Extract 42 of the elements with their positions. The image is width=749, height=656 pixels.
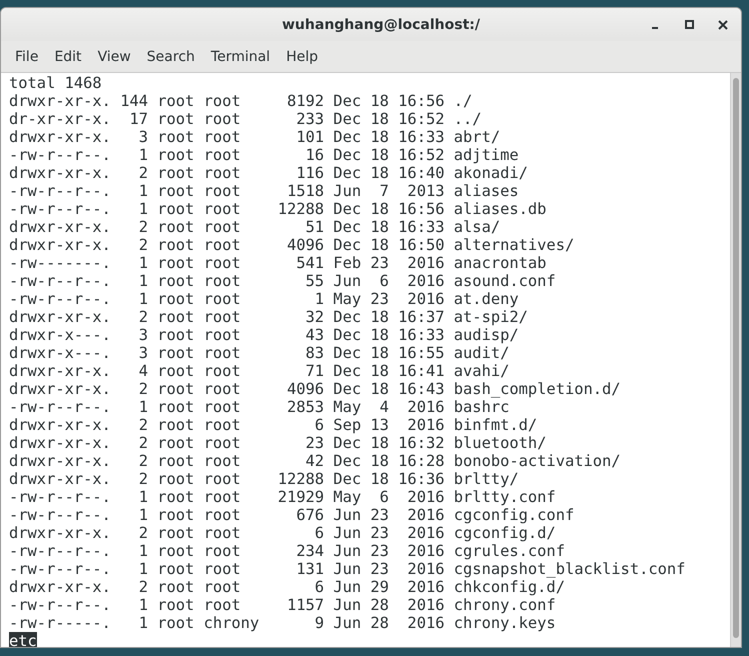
- terminal-line: -rw-r--r--. 1 root root 1518 Jun 7 2013 aliases: [9, 182, 519, 200]
- close-icon: [718, 20, 728, 30]
- terminal-line: drwxr-xr-x. 2 root root 6 Sep 13 2016 binfmt.d/: [9, 416, 538, 434]
- menu-item[interactable]: View: [90, 48, 139, 64]
- terminal-line: -rw-r--r--. 1 root root 676 Jun 23 2016 cgconfig.conf: [9, 506, 574, 524]
- terminal-line: drwxr-xr-x. 2 root root 42 Dec 18 16:28 bonobo-activation/: [9, 452, 621, 470]
- terminal-line: drwxr-xr-x. 2 root root 32 Dec 18 16:37 at-spi2/: [9, 308, 528, 326]
- menu-item[interactable]: File: [7, 48, 46, 64]
- terminal-line: -rw-r-----. 1 root chrony 9 Jun 28 2016 chrony.keys: [9, 614, 556, 632]
- terminal-line: drwxr-xr-x. 2 root root 51 Dec 18 16:33 alsa/: [9, 218, 500, 236]
- menu-item[interactable]: Edit: [46, 48, 90, 64]
- terminal-line: -rw-r--r--. 1 root root 1157 Jun 28 2016 chrony.conf: [9, 596, 556, 614]
- terminal-line: drwxr-xr-x. 4 root root 71 Dec 18 16:41 avahi/: [9, 362, 510, 380]
- terminal-line: dr-xr-xr-x. 17 root root 233 Dec 18 16:52 ../: [9, 110, 482, 128]
- terminal-line: drwxr-x---. 3 root root 43 Dec 18 16:33 audisp/: [9, 326, 519, 344]
- terminal-line: drwxr-xr-x. 2 root root 4096 Dec 18 16:43 bash_completion.d/: [9, 380, 621, 398]
- minimize-icon: [652, 26, 658, 28]
- terminal-line: drwxr-xr-x. 2 root root 6 Jun 23 2016 cgconfig.d/: [9, 524, 556, 542]
- terminal-line: drwxr-xr-x. 2 root root 6 Jun 29 2016 chkconfig.d/: [9, 578, 565, 596]
- terminal-line: -rw-r--r--. 1 root root 55 Jun 6 2016 asound.conf: [9, 272, 556, 290]
- terminal-line: drwxr-xr-x. 2 root root 4096 Dec 18 16:50 alternatives/: [9, 236, 574, 254]
- maximize-icon: [684, 20, 694, 29]
- terminal-line: -rw-r--r--. 1 root root 131 Jun 23 2016 cgsnapshot_blacklist.conf: [9, 560, 686, 578]
- terminal-line: -rw-r--r--. 1 root root 234 Jun 23 2016 cgrules.conf: [9, 542, 565, 560]
- terminal-line: -rw-r--r--. 1 root root 1 May 23 2016 at.deny: [9, 290, 519, 308]
- terminal-line: -rw-r--r--. 1 root root 21929 May 6 2016 brltty.conf: [9, 488, 556, 506]
- window-title: wuhanghang@localhost:/: [282, 16, 480, 32]
- terminal-line: drwxr-xr-x. 2 root root 23 Dec 18 16:32 bluetooth/: [9, 434, 546, 452]
- scrollbar[interactable]: [730, 73, 741, 647]
- terminal-line: -rw-r--r--. 1 root root 2853 May 4 2016 bashrc: [9, 398, 510, 416]
- terminal-line: drwxr-xr-x. 2 root root 116 Dec 18 16:40 akonadi/: [9, 164, 528, 182]
- terminal-line: drwxr-xr-x. 3 root root 101 Dec 18 16:33 abrt/: [9, 128, 500, 146]
- menu-item[interactable]: Help: [278, 48, 326, 64]
- terminal-line: drwxr-x---. 3 root root 83 Dec 18 16:55 audit/: [9, 344, 510, 362]
- terminal-line: -rw-------. 1 root root 541 Feb 23 2016 anacrontab: [9, 254, 546, 272]
- menu-item[interactable]: Search: [138, 48, 203, 64]
- terminal-line: drwxr-xr-x. 144 root root 8192 Dec 18 16:56 ./: [9, 92, 472, 110]
- menu-item[interactable]: Terminal: [202, 48, 278, 64]
- terminal-line: total 1468: [9, 74, 102, 92]
- terminal-line: -rw-r--r--. 1 root root 12288 Dec 18 16:56 aliases.db: [9, 200, 546, 218]
- terminal-line: -rw-r--r--. 1 root root 16 Dec 18 16:52 adjtime: [9, 146, 519, 164]
- terminal-line: drwxr-xr-x. 2 root root 12288 Dec 18 16:36 brltty/: [9, 470, 519, 488]
